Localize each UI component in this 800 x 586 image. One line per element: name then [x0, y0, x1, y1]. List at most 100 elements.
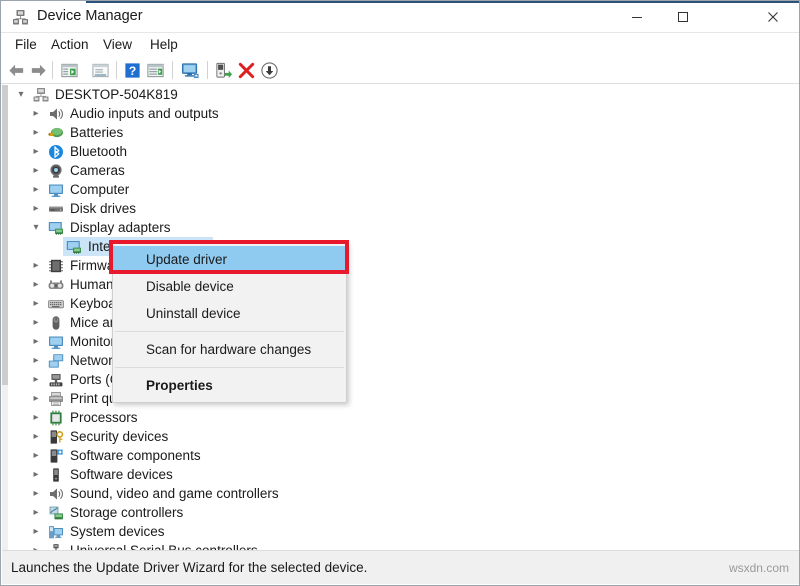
display-adapter-icon [66, 241, 81, 254]
chevron-right-icon[interactable]: ▸ [29, 484, 43, 503]
chevron-right-icon[interactable]: ▸ [29, 180, 43, 199]
context-menu-item-properties[interactable]: Properties [113, 372, 346, 399]
display-adapter-icon [48, 222, 63, 235]
svg-text:?: ? [129, 64, 137, 78]
toolbar-separator-1 [52, 61, 53, 79]
tree-item-label: Audio inputs and outputs [70, 106, 219, 121]
menu-action[interactable]: Action [45, 36, 95, 53]
menu-view[interactable]: View [97, 36, 138, 53]
maximize-button[interactable] [660, 1, 706, 32]
update-driver-software-icon[interactable] [146, 61, 165, 80]
tree-item-cameras[interactable]: ▸ Cameras [2, 161, 799, 180]
help-icon[interactable]: ? [123, 61, 142, 80]
chevron-down-icon[interactable]: ▾ [29, 218, 43, 237]
software-component-icon [50, 449, 63, 463]
update-device-driver-icon[interactable] [214, 61, 233, 80]
security-device-icon [50, 430, 64, 444]
port-icon [49, 374, 63, 387]
chevron-right-icon[interactable]: ▸ [29, 313, 43, 332]
chevron-right-icon[interactable]: ▸ [29, 275, 43, 294]
tree-item-label: Cameras [70, 163, 125, 178]
tree-item-label: Software devices [70, 467, 173, 482]
menu-help[interactable]: Help [144, 36, 184, 53]
chevron-right-icon[interactable]: ▸ [29, 294, 43, 313]
device-tree-pane[interactable]: ▾ DESKTOP-504K819 ▸ Audio inputs and out… [2, 85, 799, 551]
context-menu-separator-2 [115, 367, 344, 368]
toolbar-separator-3 [172, 61, 173, 79]
chevron-right-icon[interactable]: ▸ [29, 332, 43, 351]
speaker-icon [50, 108, 63, 120]
minimize-button[interactable] [614, 1, 660, 32]
chevron-right-icon[interactable]: ▸ [29, 503, 43, 522]
scan-for-hardware-changes-icon[interactable] [181, 61, 200, 80]
tree-item-software-components[interactable]: ▸ Software components [2, 446, 799, 465]
storage-controller-icon [49, 506, 63, 520]
chevron-right-icon[interactable]: ▸ [29, 408, 43, 427]
context-menu-separator-1 [115, 331, 344, 332]
tree-item-storage-controllers[interactable]: ▸ Storage controllers [2, 503, 799, 522]
show-hide-console-tree-icon[interactable] [60, 61, 79, 80]
context-menu-item-disable-device[interactable]: Disable device [113, 273, 346, 300]
tree-item-processors[interactable]: ▸ Processors [2, 408, 799, 427]
menu-file[interactable]: File [9, 36, 43, 53]
tree-item-audio-inputs-and-outputs[interactable]: ▸ Audio inputs and outputs [2, 104, 799, 123]
toolbar-separator-4 [207, 61, 208, 79]
chevron-right-icon[interactable]: ▸ [29, 123, 43, 142]
tree-item-sound-video-and-game-controllers[interactable]: ▸ Sound, video and game controllers [2, 484, 799, 503]
chevron-right-icon[interactable]: ▸ [29, 199, 43, 218]
device-manager-window: Device Manager File Action View Help ? ▾… [0, 0, 800, 586]
device-manager-icon [13, 10, 28, 25]
menu-bar: File Action View Help [1, 33, 799, 56]
back-icon[interactable] [7, 61, 26, 80]
forward-icon[interactable] [29, 61, 48, 80]
status-bar-text: Launches the Update Driver Wizard for th… [11, 560, 368, 575]
hid-icon [48, 280, 64, 289]
chevron-down-icon[interactable]: ▾ [14, 85, 28, 104]
context-menu-item-scan-for-hardware-changes[interactable]: Scan for hardware changes [113, 336, 346, 363]
context-menu-item-update-driver[interactable]: Update driver [113, 246, 346, 273]
tree-item-label: Software components [70, 448, 201, 463]
battery-icon [48, 127, 63, 138]
properties-icon[interactable] [91, 61, 110, 80]
title-bar[interactable]: Device Manager [1, 1, 799, 33]
chevron-right-icon[interactable]: ▸ [29, 522, 43, 541]
tree-item-display-adapters[interactable]: ▾ Display adapters [2, 218, 799, 237]
chevron-right-icon[interactable]: ▸ [29, 256, 43, 275]
tree-item-software-devices[interactable]: ▸ Software devices [2, 465, 799, 484]
uninstall-device-icon[interactable] [237, 61, 256, 80]
chevron-right-icon[interactable]: ▸ [29, 389, 43, 408]
device-context-menu[interactable]: Update driver Disable device Uninstall d… [112, 243, 347, 403]
tree-item-label: Batteries [70, 125, 124, 140]
chevron-right-icon[interactable]: ▸ [29, 142, 43, 161]
chevron-right-icon[interactable]: ▸ [29, 104, 43, 123]
software-device-icon [53, 468, 59, 482]
tree-item-system-devices[interactable]: ▸ System devices [2, 522, 799, 541]
minimize-icon [632, 16, 642, 18]
chevron-right-icon[interactable]: ▸ [29, 161, 43, 180]
network-adapter-icon [48, 354, 64, 368]
tree-item-label: System devices [70, 524, 165, 539]
tree-item-label: Storage controllers [70, 505, 184, 520]
tree-root-row[interactable]: ▾ DESKTOP-504K819 [2, 85, 799, 104]
tree-item-batteries[interactable]: ▸ Batteries [2, 123, 799, 142]
chevron-right-icon[interactable]: ▸ [29, 427, 43, 446]
tree-item-security-devices[interactable]: ▸ Security devices [2, 427, 799, 446]
tree-item-computer[interactable]: ▸ Computer [2, 180, 799, 199]
tree-item-label: Bluetooth [70, 144, 128, 159]
chevron-right-icon[interactable]: ▸ [29, 446, 43, 465]
tree-item-bluetooth[interactable]: ▸ Bluetooth [2, 142, 799, 161]
bluetooth-icon [49, 145, 63, 159]
toolbar: ? [1, 56, 799, 84]
watermark-text: wsxdn.com [728, 561, 789, 575]
context-menu-item-uninstall-device[interactable]: Uninstall device [113, 300, 346, 327]
monitor-icon [49, 184, 63, 197]
chevron-right-icon[interactable]: ▸ [29, 370, 43, 389]
chevron-right-icon[interactable]: ▸ [29, 351, 43, 370]
close-button[interactable] [748, 1, 798, 32]
tree-item-disk-drives[interactable]: ▸ Disk drives [2, 199, 799, 218]
close-icon [768, 11, 778, 22]
tree-item-label: Security devices [70, 429, 169, 444]
firmware-chip-icon [49, 259, 63, 273]
chevron-right-icon[interactable]: ▸ [29, 465, 43, 484]
disable-device-icon[interactable] [260, 61, 279, 80]
